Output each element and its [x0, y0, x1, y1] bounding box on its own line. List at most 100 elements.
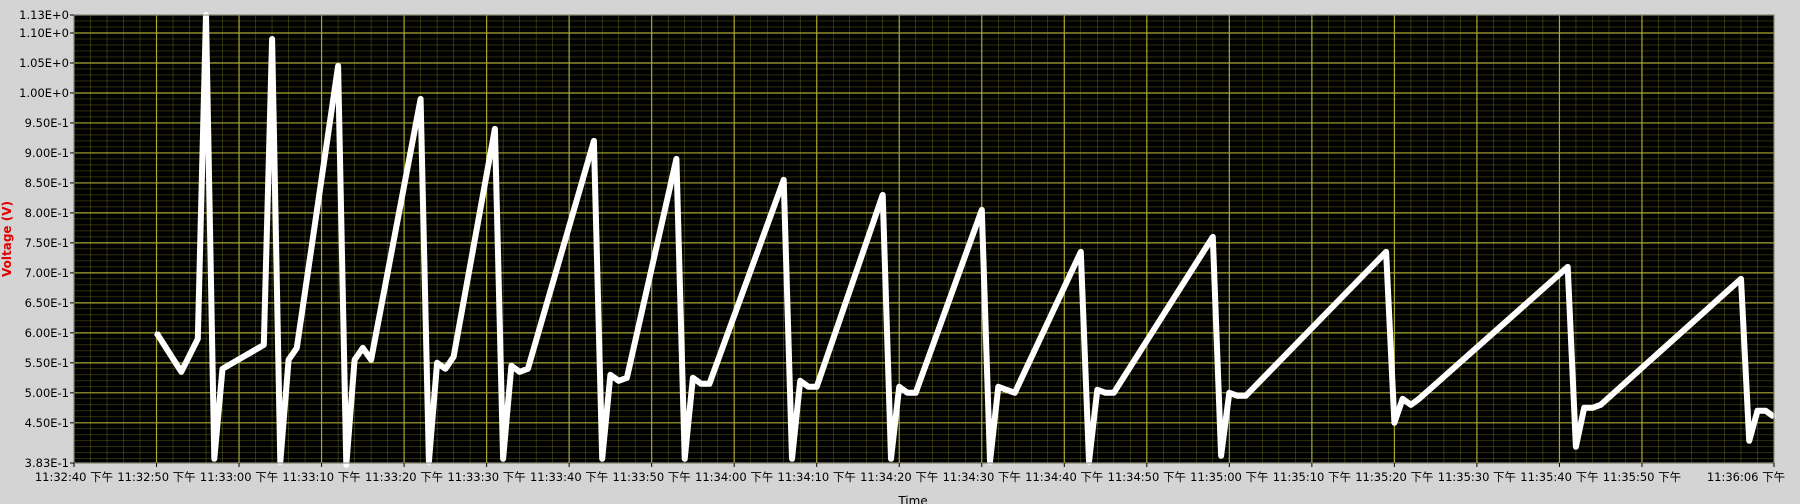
data-point	[1417, 397, 1421, 401]
data-point	[707, 382, 711, 386]
data-point	[435, 361, 439, 365]
y-tick-label: 5.50E-1	[25, 356, 69, 370]
data-point	[155, 331, 159, 335]
y-axis-label: Voltage (V)	[0, 201, 14, 277]
data-point	[1079, 250, 1083, 254]
y-tick-label: 3.83E-1	[25, 456, 69, 470]
y-tick-label: 8.50E-1	[25, 176, 69, 190]
data-point	[905, 391, 909, 395]
data-point	[790, 457, 794, 461]
y-tick-label: 1.00E+0	[19, 86, 69, 100]
data-point	[1392, 421, 1396, 425]
x-tick-label: 11:35:40 下午	[1520, 470, 1598, 484]
x-tick-label: 11:35:50 下午	[1603, 470, 1681, 484]
data-point	[509, 364, 513, 368]
data-point	[1384, 250, 1388, 254]
x-axis-label: Time	[897, 494, 927, 504]
x-tick-label: 11:33:50 下午	[613, 470, 691, 484]
data-point	[262, 343, 266, 347]
x-tick-label: 11:34:20 下午	[860, 470, 938, 484]
data-point	[1112, 391, 1116, 395]
y-tick-label: 8.00E-1	[25, 206, 69, 220]
data-point	[592, 139, 596, 143]
data-point	[1244, 394, 1248, 398]
x-tick-label: 11:35:20 下午	[1355, 470, 1433, 484]
x-tick-label: 11:35:10 下午	[1273, 470, 1351, 484]
data-point	[344, 463, 348, 467]
data-point	[600, 457, 604, 461]
x-tick-label: 11:36:06 下午	[1707, 470, 1785, 484]
data-point	[1739, 277, 1743, 281]
data-point	[369, 358, 373, 362]
x-tick-label: 11:32:40 下午	[35, 470, 113, 484]
y-tick-label: 1.13E+0	[19, 8, 69, 22]
y-tick-label: 9.00E-1	[25, 146, 69, 160]
data-point	[625, 376, 629, 380]
data-point	[336, 64, 340, 68]
y-axis-ticks: 3.83E-1 4.50E-1 5.00E-1 5.50E-1 6.00E-1 6.50E…	[19, 8, 74, 470]
data-point	[419, 97, 423, 101]
data-point	[1104, 391, 1108, 395]
data-point	[1574, 445, 1578, 449]
data-point	[361, 346, 365, 350]
data-point	[1211, 235, 1215, 239]
data-point	[526, 367, 530, 371]
x-tick-label: 11:34:40 下午	[1025, 470, 1103, 484]
data-point	[1582, 406, 1586, 410]
data-point	[881, 193, 885, 197]
y-tick-label: 4.50E-1	[25, 416, 69, 430]
data-point	[452, 355, 456, 359]
y-tick-label: 6.50E-1	[25, 296, 69, 310]
y-tick-label: 5.00E-1	[25, 386, 69, 400]
data-point	[691, 376, 695, 380]
data-point	[295, 346, 299, 350]
x-tick-label: 11:33:30 下午	[447, 470, 525, 484]
data-point	[1755, 409, 1759, 413]
data-point	[518, 370, 522, 374]
x-tick-label: 11:34:10 下午	[778, 470, 856, 484]
x-axis-ticks: 11:32:40 下午 11:32:50 下午 11:33:00 下午 11:33:1…	[35, 463, 1785, 484]
x-tick-label: 11:32:50 下午	[117, 470, 195, 484]
data-point	[674, 157, 678, 161]
data-point	[353, 358, 357, 362]
y-tick-label: 7.50E-1	[25, 236, 69, 250]
data-point	[501, 457, 505, 461]
y-tick-label: 1.10E+0	[19, 26, 69, 40]
data-point	[1401, 397, 1405, 401]
x-tick-label: 11:34:30 下午	[943, 470, 1021, 484]
data-point	[1013, 391, 1017, 395]
voltage-chart: 3.83E-1 4.50E-1 5.00E-1 5.50E-1 6.00E-1 6.50E…	[0, 0, 1800, 504]
data-point	[179, 370, 183, 374]
data-point	[683, 457, 687, 461]
x-tick-label: 11:35:00 下午	[1190, 470, 1268, 484]
y-tick-label: 1.05E+0	[19, 56, 69, 70]
data-point	[1227, 391, 1231, 395]
data-point	[608, 373, 612, 377]
data-point	[815, 385, 819, 389]
x-tick-label: 11:33:20 下午	[365, 470, 443, 484]
plot-background	[74, 15, 1774, 463]
data-point	[493, 127, 497, 131]
x-tick-label: 11:33:10 下午	[282, 470, 360, 484]
x-tick-label: 11:33:40 下午	[530, 470, 608, 484]
x-tick-label: 11:35:30 下午	[1438, 470, 1516, 484]
y-tick-label: 7.00E-1	[25, 266, 69, 280]
data-point	[1764, 409, 1768, 413]
x-tick-label: 11:34:00 下午	[695, 470, 773, 484]
data-point	[914, 391, 918, 395]
data-point	[980, 208, 984, 212]
data-point	[1747, 439, 1751, 443]
data-point	[1566, 265, 1570, 269]
data-point	[996, 385, 1000, 389]
data-point	[196, 337, 200, 341]
data-point	[287, 358, 291, 362]
data-point	[798, 379, 802, 383]
data-point	[1005, 388, 1009, 392]
chart-svg: 3.83E-1 4.50E-1 5.00E-1 5.50E-1 6.00E-1 6.50E…	[0, 8, 1785, 504]
data-point	[806, 385, 810, 389]
data-point	[212, 457, 216, 461]
data-point	[699, 382, 703, 386]
data-point	[897, 385, 901, 389]
data-point	[1409, 403, 1413, 407]
y-tick-label: 9.50E-1	[25, 116, 69, 130]
